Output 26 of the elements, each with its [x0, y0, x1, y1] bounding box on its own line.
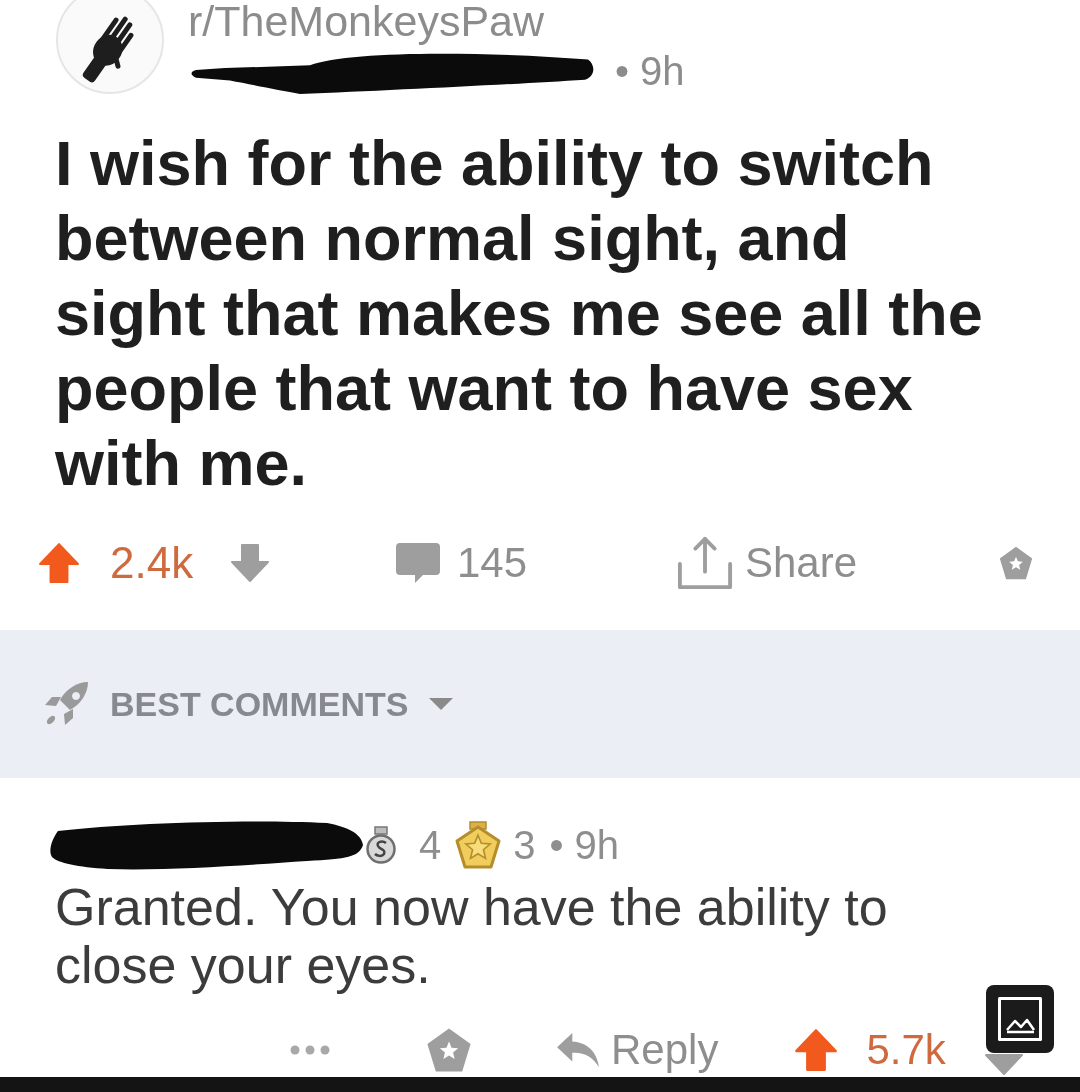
comment-body: Granted. You now have the ability to close your eyes. [55, 878, 889, 994]
award-count: 3 [513, 825, 536, 865]
subreddit-name[interactable]: r/TheMonkeysPaw [188, 0, 685, 43]
comments-button[interactable]: 145 [395, 541, 528, 585]
share-icon [675, 535, 735, 591]
image-button[interactable] [986, 985, 1054, 1053]
more-options-icon[interactable] [290, 1044, 330, 1055]
share-button[interactable]: Share [675, 535, 858, 591]
caret-down-icon [428, 697, 455, 711]
image-icon [998, 997, 1042, 1041]
downvote-icon[interactable] [983, 1054, 1024, 1076]
reply-button[interactable]: Reply [555, 1028, 719, 1071]
sort-dropdown[interactable]: BEST COMMENTS [42, 680, 455, 728]
coin-award-icon [365, 826, 397, 864]
vote-score: 5.7k [866, 1028, 946, 1071]
vote-score: 2.4k [110, 541, 194, 585]
post-age: • 9h [615, 51, 685, 91]
upvote-icon[interactable] [38, 541, 80, 585]
post-title: I wish for the ability to switch between normal sight, and sight that makes me see all the people that want to have sex with me. [55, 127, 984, 500]
award-count: 4 [419, 825, 442, 865]
upvote-icon[interactable] [794, 1026, 839, 1073]
downvote-icon[interactable] [230, 542, 271, 584]
comment-bubble-icon [395, 541, 441, 585]
comment-age: • 9h [549, 825, 620, 865]
rocket-icon [42, 680, 90, 728]
award-icon[interactable] [998, 545, 1034, 581]
